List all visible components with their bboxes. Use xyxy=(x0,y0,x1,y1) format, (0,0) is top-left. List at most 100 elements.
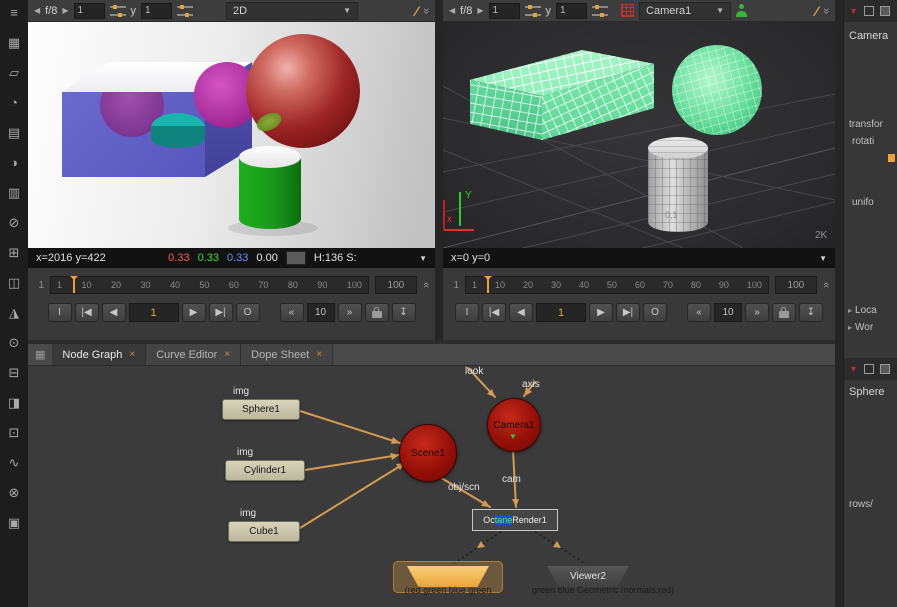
viewer-pane-divider[interactable] xyxy=(435,0,443,340)
skip-forward-button[interactable]: » xyxy=(338,303,362,322)
lock-range-button[interactable] xyxy=(772,303,796,322)
gamma-input[interactable]: 1 xyxy=(556,3,587,19)
node-cube1[interactable]: Cube1 xyxy=(228,521,300,542)
prev-arrow-icon[interactable]: ◀ xyxy=(449,6,455,15)
gamma-slider-icon[interactable] xyxy=(177,5,193,17)
playhead[interactable] xyxy=(73,277,75,293)
skip-amount-field[interactable]: 10 xyxy=(307,303,335,322)
close-icon[interactable]: × xyxy=(129,349,135,360)
script-icon[interactable]: ▣ xyxy=(8,516,20,529)
gamma-slider-icon[interactable] xyxy=(592,5,608,17)
gain-slider-icon[interactable] xyxy=(525,5,541,17)
next-keyframe-button[interactable]: ▶| xyxy=(616,303,640,322)
views-icon[interactable]: ◨ xyxy=(8,396,20,409)
toolsets-icon[interactable]: ∿ xyxy=(9,456,20,469)
panel-collapse-icon[interactable]: ▼ xyxy=(849,6,858,16)
in-point-button[interactable]: I xyxy=(48,303,72,322)
panel-collapse-icon[interactable]: ▼ xyxy=(849,364,858,374)
viewer-3d-canvas[interactable]: Y x 0,1 2K xyxy=(443,22,835,248)
local-matrix-group[interactable]: ▸ Loca xyxy=(848,305,877,316)
node-sphere1[interactable]: Sphere1 xyxy=(222,399,300,420)
range-end-box[interactable]: 100 xyxy=(375,276,417,294)
prev-arrow-icon[interactable]: ◀ xyxy=(34,6,40,15)
time-icon[interactable]: ◔ xyxy=(10,96,18,109)
collapse-pane-icon[interactable]: » xyxy=(820,7,832,13)
next-keyframe-button[interactable]: ▶| xyxy=(209,303,233,322)
play-button[interactable]: ▶ xyxy=(589,303,613,322)
panel-float-icon[interactable] xyxy=(864,6,874,16)
step-back-button[interactable]: ◀ xyxy=(509,303,533,322)
panel-close-icon[interactable] xyxy=(880,364,890,374)
pane-menu-icon[interactable]: ▦ xyxy=(35,348,45,361)
out-point-button[interactable]: O xyxy=(236,303,260,322)
node-graph-canvas[interactable]: img Sphere1 img Cylinder1 img Cube1 Scen… xyxy=(28,366,835,607)
merge-icon[interactable]: ⊞ xyxy=(9,246,20,259)
other-icon[interactable]: ⊗ xyxy=(9,486,20,499)
skip-back-button[interactable]: « xyxy=(687,303,711,322)
frame-slider[interactable]: 1 10 20 30 40 50 60 70 80 90 100 xyxy=(50,276,369,294)
3d-icon[interactable]: ◮ xyxy=(9,306,19,319)
close-icon[interactable]: × xyxy=(224,349,230,360)
draw-icon[interactable]: ▱ xyxy=(9,66,19,79)
metadata-icon[interactable]: ⊡ xyxy=(9,426,20,439)
playhead[interactable] xyxy=(487,277,489,293)
image-icon[interactable]: ▦ xyxy=(8,36,20,49)
panel-close-icon[interactable] xyxy=(880,6,890,16)
menu-icon[interactable]: ≡ xyxy=(10,6,18,19)
gamma-input[interactable]: 1 xyxy=(141,3,172,19)
deep-icon[interactable]: ⊟ xyxy=(9,366,20,379)
panel-float-icon[interactable] xyxy=(864,364,874,374)
transform-icon[interactable]: ◫ xyxy=(8,276,20,289)
color-icon[interactable]: ◑ xyxy=(10,156,18,169)
out-point-button[interactable]: O xyxy=(643,303,667,322)
timeline-collapse-icon[interactable]: « xyxy=(420,282,432,288)
prev-keyframe-button[interactable]: |◀ xyxy=(75,303,99,322)
grid-warp-icon[interactable] xyxy=(621,4,634,17)
next-arrow-icon[interactable]: ▶ xyxy=(477,6,483,15)
goto-frame-button[interactable]: ↧ xyxy=(392,303,416,322)
node-viewer2[interactable]: Viewer2 xyxy=(547,566,629,587)
camera-dropdown[interactable]: Camera1 ▼ xyxy=(639,2,731,20)
play-button[interactable]: ▶ xyxy=(182,303,206,322)
roi-icon[interactable]: ∕ xyxy=(416,3,418,19)
keyer-icon[interactable]: ⊘ xyxy=(9,216,20,229)
skip-forward-button[interactable]: » xyxy=(745,303,769,322)
status-dropdown-icon[interactable]: ▼ xyxy=(819,254,827,263)
collapse-pane-icon[interactable]: » xyxy=(420,7,432,13)
node-camera1[interactable]: Camera1 xyxy=(487,398,541,452)
tab-dope-sheet[interactable]: Dope Sheet × xyxy=(241,344,333,365)
prev-keyframe-button[interactable]: |◀ xyxy=(482,303,506,322)
frame-slider[interactable]: 1 10 20 30 40 50 60 70 80 90 100 xyxy=(465,276,769,294)
goto-frame-button[interactable]: ↧ xyxy=(799,303,823,322)
node-scene1[interactable]: Scene1 xyxy=(399,424,457,482)
gain-input[interactable]: 1 xyxy=(74,3,105,19)
tab-curve-editor[interactable]: Curve Editor × xyxy=(146,344,241,365)
tab-node-graph[interactable]: Node Graph × xyxy=(52,344,146,365)
properties-divider[interactable] xyxy=(835,0,843,607)
node-octanerender1[interactable]: OctaneRender1 xyxy=(472,509,558,531)
viewer-2d-canvas[interactable] xyxy=(28,22,435,248)
step-back-button[interactable]: ◀ xyxy=(102,303,126,322)
particles-icon[interactable]: ⊙ xyxy=(9,336,20,349)
interactive-camera-icon[interactable] xyxy=(736,4,748,17)
channel-icon[interactable]: ▤ xyxy=(8,126,20,139)
node-viewer1[interactable] xyxy=(407,566,489,587)
skip-amount-field[interactable]: 10 xyxy=(714,303,742,322)
lock-range-button[interactable] xyxy=(365,303,389,322)
roi-icon[interactable]: ∕ xyxy=(816,3,818,19)
skip-back-button[interactable]: « xyxy=(280,303,304,322)
status-dropdown-icon[interactable]: ▼ xyxy=(419,254,427,263)
view-mode-dropdown[interactable]: 2D ▼ xyxy=(226,2,358,20)
in-point-button[interactable]: I xyxy=(455,303,479,322)
filter-icon[interactable]: ▥ xyxy=(8,186,20,199)
gain-slider-icon[interactable] xyxy=(110,5,126,17)
current-frame-field[interactable]: 1 xyxy=(536,303,586,322)
gain-input[interactable]: 1 xyxy=(489,3,520,19)
current-frame-field[interactable]: 1 xyxy=(129,303,179,322)
node-cylinder1[interactable]: Cylinder1 xyxy=(225,460,305,481)
timeline-collapse-icon[interactable]: « xyxy=(820,282,832,288)
close-icon[interactable]: × xyxy=(316,349,322,360)
slider-handle[interactable] xyxy=(888,154,895,162)
next-arrow-icon[interactable]: ▶ xyxy=(62,6,68,15)
world-matrix-group[interactable]: ▸ Wor xyxy=(848,322,873,333)
